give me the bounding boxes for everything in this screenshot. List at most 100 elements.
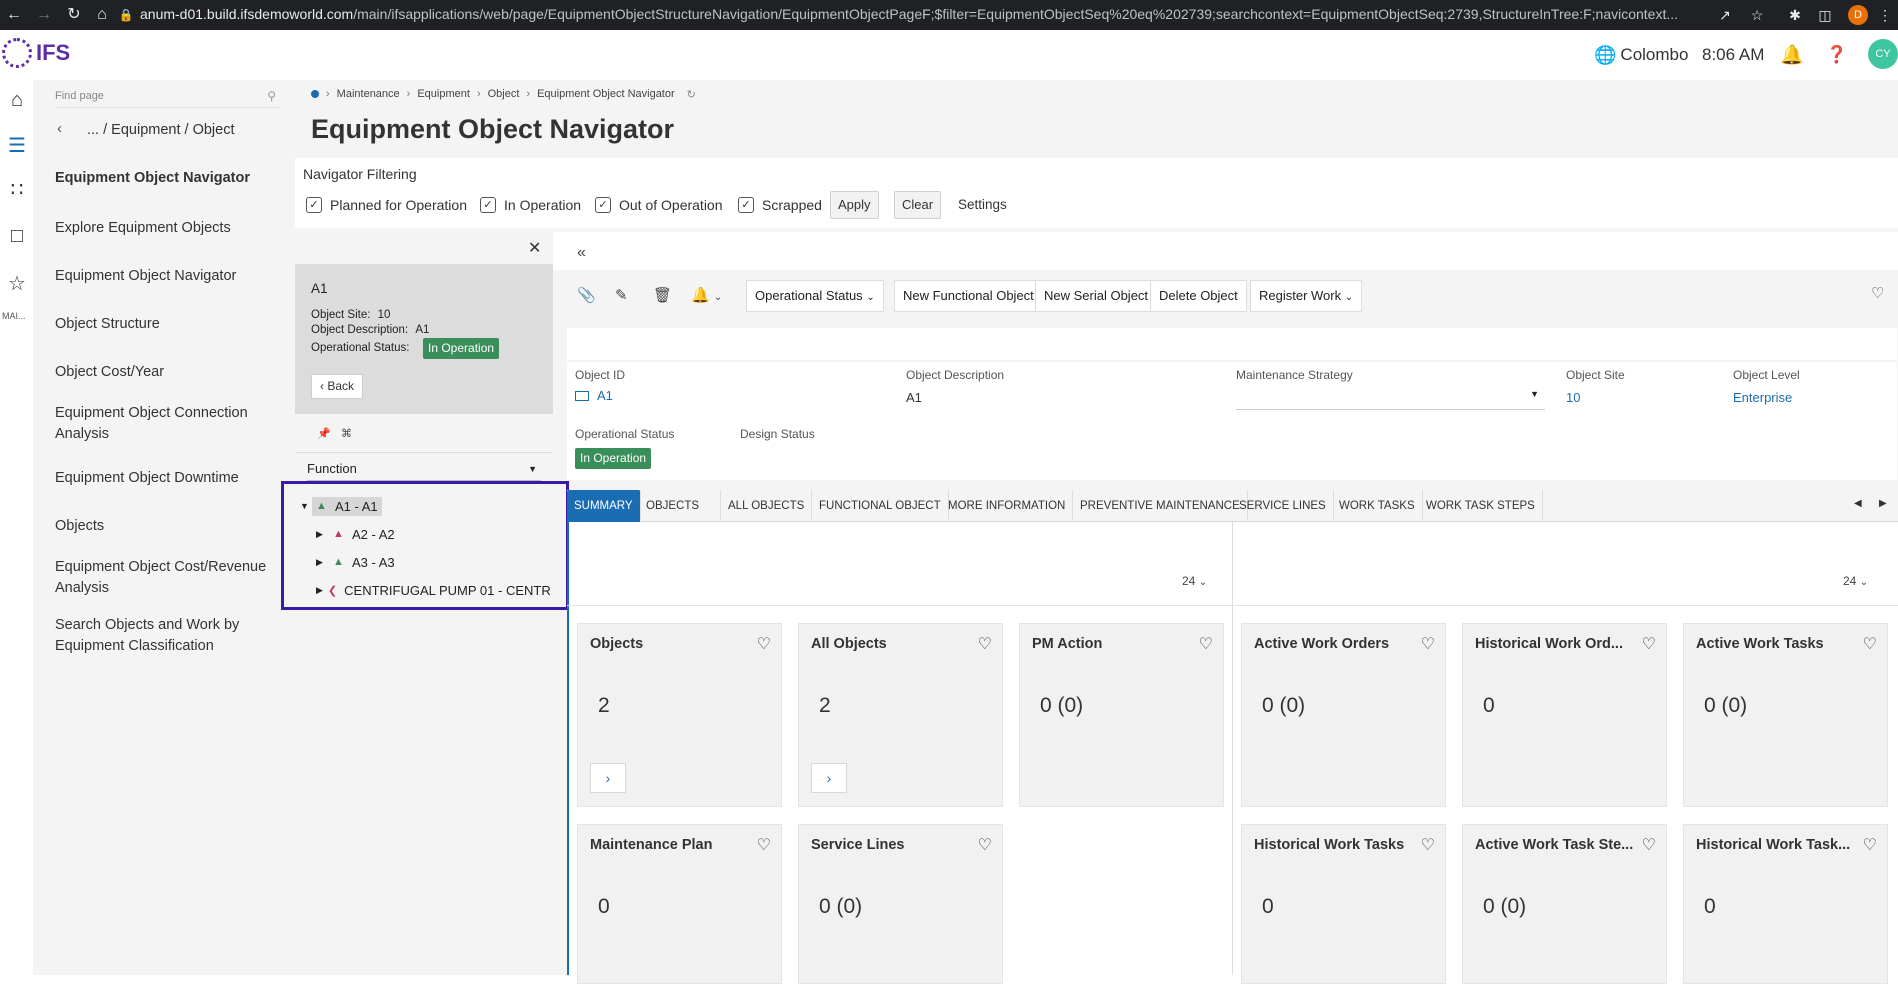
- new-serial-object-button[interactable]: New Serial Object: [1035, 280, 1158, 312]
- breadcrumb-maintenance[interactable]: Maintenance: [337, 88, 400, 100]
- object-site-value[interactable]: 10: [1566, 390, 1580, 405]
- user-avatar[interactable]: CY: [1868, 39, 1898, 69]
- nav-item-object-structure[interactable]: Object Structure: [55, 314, 285, 335]
- bell-icon[interactable]: 🔔: [1780, 42, 1804, 68]
- address-bar[interactable]: anum-d01.build.ifsdemoworld.com/main/ifs…: [140, 2, 1700, 28]
- delete-trash-icon[interactable]: 🗑: [653, 286, 672, 304]
- card-historical-work-task-steps[interactable]: Historical Work Task... ♡ 0: [1683, 824, 1888, 984]
- nav-item-objects[interactable]: Objects: [55, 516, 285, 537]
- share-icon[interactable]: ↗: [1716, 6, 1734, 24]
- tab-work-tasks[interactable]: WORK TASKS: [1332, 490, 1423, 522]
- forward-arrow-icon[interactable]: →: [34, 5, 54, 25]
- caret-collapsed-icon[interactable]: ▶: [316, 585, 323, 596]
- nav-item-connection-analysis[interactable]: Equipment Object Connection Analysis: [55, 403, 285, 445]
- heart-icon[interactable]: ♡: [1863, 835, 1877, 855]
- tab-service-lines[interactable]: SERVICE LINES: [1232, 490, 1334, 522]
- help-icon[interactable]: ❓: [1826, 42, 1847, 68]
- caret-collapsed-icon[interactable]: ▶: [316, 529, 328, 540]
- reload-icon[interactable]: ↻: [64, 5, 84, 25]
- location-selector[interactable]: 🌐 Colombo: [1594, 42, 1688, 68]
- nav-item-object-cost-year[interactable]: Object Cost/Year: [55, 362, 285, 383]
- period-select-left[interactable]: 24 ⌄: [1182, 574, 1207, 588]
- filter-out-of-operation[interactable]: ✓ Out of Operation: [595, 194, 723, 216]
- ifs-logo[interactable]: IFS: [2, 38, 70, 68]
- tab-preventive-maintenance[interactable]: PREVENTIVE MAINTENANCE: [1073, 490, 1248, 522]
- maintenance-strategy-select[interactable]: ▼: [1236, 382, 1545, 410]
- card-objects[interactable]: Objects ♡ 2 ›: [577, 623, 782, 807]
- card-active-work-orders[interactable]: Active Work Orders ♡ 0 (0): [1241, 623, 1446, 807]
- filter-in-operation[interactable]: ✓ In Operation: [480, 194, 581, 216]
- tab-more-information[interactable]: MORE INFORMATION: [941, 490, 1074, 522]
- card-pm-action[interactable]: PM Action ♡ 0 (0): [1019, 623, 1224, 807]
- rail-more-label[interactable]: MAI...: [2, 311, 26, 321]
- nav-item-cost-revenue-analysis[interactable]: Equipment Object Cost/Revenue Analysis: [55, 557, 285, 599]
- chevron-right-icon[interactable]: ›: [590, 763, 626, 793]
- nav-item-search-objects-by-classification[interactable]: Search Objects and Work by Equipment Cla…: [55, 615, 285, 657]
- nav-item-explore-equipment-objects[interactable]: Explore Equipment Objects: [55, 218, 285, 239]
- tab-summary[interactable]: SUMMARY: [567, 490, 641, 522]
- object-level-value[interactable]: Enterprise: [1733, 390, 1792, 405]
- home-icon[interactable]: ⌂: [92, 5, 112, 25]
- view-select[interactable]: Function ▼: [307, 457, 541, 481]
- notification-bell-icon[interactable]: 🔔 ⌄: [691, 286, 722, 304]
- card-all-objects[interactable]: All Objects ♡ 2 ›: [798, 623, 1003, 807]
- collapse-panel-icon[interactable]: «: [577, 244, 586, 262]
- heart-icon[interactable]: ♡: [757, 835, 771, 855]
- object-id-field[interactable]: A1: [575, 388, 613, 403]
- heart-icon[interactable]: ♡: [1199, 634, 1213, 654]
- card-historical-work-orders[interactable]: Historical Work Ord... ♡ 0: [1462, 623, 1667, 807]
- find-page-input[interactable]: Find page ⚲: [55, 84, 280, 108]
- tree-node-a2[interactable]: ▶ ▲ A2 - A2: [316, 523, 395, 545]
- favorite-heart-icon[interactable]: ♡: [1871, 284, 1884, 302]
- apply-button[interactable]: Apply: [830, 191, 879, 219]
- heart-icon[interactable]: ♡: [757, 634, 771, 654]
- close-icon[interactable]: ✕: [528, 238, 541, 258]
- refresh-icon[interactable]: ↻: [687, 88, 696, 101]
- caret-collapsed-icon[interactable]: ▶: [316, 557, 328, 568]
- nav-back-path[interactable]: ... / Equipment / Object: [87, 122, 235, 138]
- chevron-right-icon[interactable]: ›: [811, 763, 847, 793]
- card-active-work-tasks[interactable]: Active Work Tasks ♡ 0 (0): [1683, 623, 1888, 807]
- nav-item-equipment-object-navigator-active[interactable]: Equipment Object Navigator: [55, 168, 285, 189]
- heart-icon[interactable]: ♡: [978, 634, 992, 654]
- heart-icon[interactable]: ♡: [1421, 835, 1435, 855]
- tree-node-a1[interactable]: ▼ ▲ A1 - A1: [300, 495, 382, 517]
- filter-scrapped[interactable]: ✓ Scrapped: [738, 194, 822, 216]
- period-select-right[interactable]: 24 ⌄: [1843, 574, 1868, 588]
- settings-link[interactable]: Settings: [958, 197, 1007, 212]
- side-panel-icon[interactable]: ◫: [1816, 6, 1834, 24]
- breadcrumb-equipment[interactable]: Equipment: [417, 88, 470, 100]
- pin-icon[interactable]: 📌: [317, 427, 331, 440]
- chevron-left-icon[interactable]: ‹: [57, 120, 62, 137]
- tab-work-task-steps[interactable]: WORK TASK STEPS: [1419, 490, 1543, 522]
- tab-scroll-left-icon[interactable]: ◀: [1854, 498, 1862, 509]
- favorites-star-icon[interactable]: ☆: [5, 272, 29, 296]
- clear-button[interactable]: Clear: [894, 191, 942, 219]
- heart-icon[interactable]: ♡: [978, 835, 992, 855]
- filter-planned-for-operation[interactable]: ✓ Planned for Operation: [306, 194, 467, 216]
- home-icon[interactable]: ⌂: [5, 88, 29, 112]
- caret-expanded-icon[interactable]: ▼: [300, 501, 312, 511]
- bookmark-icon[interactable]: □: [5, 224, 29, 248]
- card-active-work-task-steps[interactable]: Active Work Task Ste... ♡ 0 (0): [1462, 824, 1667, 984]
- back-button[interactable]: ‹ Back: [311, 374, 364, 399]
- tab-scroll-right-icon[interactable]: ▶: [1879, 498, 1887, 509]
- back-arrow-icon[interactable]: ←: [4, 5, 24, 25]
- heart-icon[interactable]: ♡: [1642, 634, 1656, 654]
- card-historical-work-tasks[interactable]: Historical Work Tasks ♡ 0: [1241, 824, 1446, 984]
- tree-layout-icon[interactable]: ⌘: [341, 427, 352, 440]
- card-maintenance-plan[interactable]: Maintenance Plan ♡ 0: [577, 824, 782, 984]
- apps-grid-icon[interactable]: ∷: [5, 178, 29, 202]
- browser-menu-icon[interactable]: ⋮: [1876, 6, 1894, 24]
- nav-item-object-downtime[interactable]: Equipment Object Downtime: [55, 468, 285, 489]
- tab-objects[interactable]: OBJECTS: [639, 490, 721, 522]
- new-functional-object-button[interactable]: New Functional Object: [894, 280, 1043, 312]
- nav-item-equipment-object-navigator[interactable]: Equipment Object Navigator: [55, 266, 285, 287]
- tab-all-objects[interactable]: ALL OBJECTS: [721, 490, 813, 522]
- browser-profile-avatar[interactable]: D: [1848, 5, 1868, 25]
- bookmark-star-icon[interactable]: ☆: [1748, 6, 1766, 24]
- heart-icon[interactable]: ♡: [1642, 835, 1656, 855]
- attachment-icon[interactable]: 📎: [577, 286, 596, 304]
- card-service-lines[interactable]: Service Lines ♡ 0 (0): [798, 824, 1003, 984]
- delete-object-button[interactable]: Delete Object: [1150, 280, 1247, 312]
